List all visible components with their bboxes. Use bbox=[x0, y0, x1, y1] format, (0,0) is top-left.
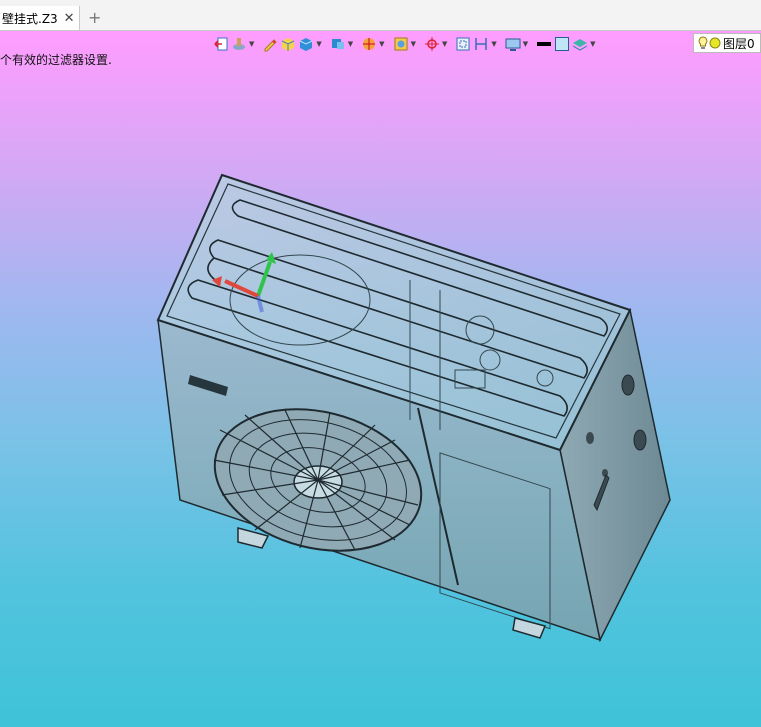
close-icon[interactable]: ✕ bbox=[64, 11, 75, 26]
3d-viewport[interactable]: 个有效的过滤器设置. ▼ ▼ ▼ ▼ ▼ ▼ ▼ ▼ ▼ 图层0 bbox=[0, 31, 761, 727]
tab-title: 壁挂式.Z3 bbox=[2, 11, 58, 26]
add-tab-icon[interactable]: + bbox=[88, 8, 101, 27]
3d-model[interactable] bbox=[0, 31, 761, 727]
foot-right bbox=[512, 617, 547, 639]
tab-bar: 壁挂式.Z3 ✕ + bbox=[0, 6, 761, 31]
tab-document[interactable]: 壁挂式.Z3 ✕ bbox=[0, 6, 80, 30]
